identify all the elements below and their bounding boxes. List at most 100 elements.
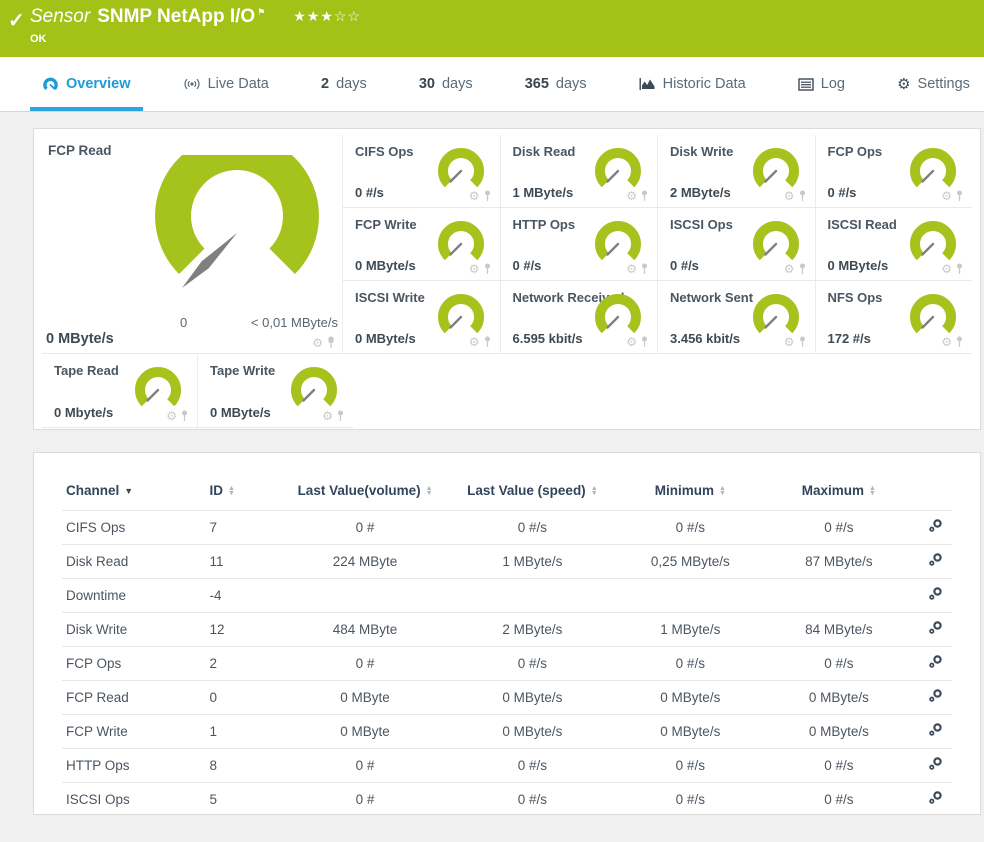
channel-settings-icon[interactable] <box>928 790 944 806</box>
gauge-cell-iscsi-write[interactable]: ISCSI Write 0 MByte/s ⚙ <box>342 281 500 354</box>
gear-icon[interactable]: ⚙ <box>941 190 952 202</box>
channel-settings-icon[interactable] <box>928 756 944 772</box>
tab-historic-data[interactable]: Historic Data <box>627 57 758 111</box>
flag-icon[interactable]: ⚑ <box>257 7 265 18</box>
channel-settings-icon[interactable] <box>928 552 944 568</box>
channel-settings-icon[interactable] <box>928 518 944 534</box>
gauge-dial <box>135 367 181 407</box>
col-header-last-value-speed[interactable]: Last Value (speed) <box>467 483 586 498</box>
channel-settings-icon[interactable] <box>928 688 944 704</box>
table-row[interactable]: HTTP Ops 8 0 #0 #/s 0 #/s 0 #/s <box>62 748 952 783</box>
tab-live-data[interactable]: Live Data <box>171 57 281 111</box>
primary-gauge-cell[interactable]: FCP Read 0 < 0,01 MByte/s 0 MByte/s ⚙ <box>42 135 342 354</box>
gauge-icon <box>43 77 58 90</box>
tab-overview[interactable]: Overview <box>30 57 143 111</box>
tab-log[interactable]: Log <box>786 57 857 111</box>
sort-icon[interactable]: ▲ ▼ <box>719 485 726 497</box>
cell-channel[interactable]: Disk Read <box>62 544 206 579</box>
cell-channel[interactable]: FCP Ops <box>62 646 206 681</box>
gauge-cell-network-received[interactable]: Network Received 6.595 kbit/s ⚙ <box>499 281 657 354</box>
gauge-cell-disk-read[interactable]: Disk Read 1 MByte/s ⚙ <box>499 135 657 208</box>
cell-channel[interactable]: FCP Write <box>62 714 206 749</box>
pin-icon[interactable] <box>640 336 649 348</box>
tab-365-days[interactable]: 365 days <box>513 57 599 111</box>
gear-icon[interactable]: ⚙ <box>784 263 795 275</box>
cell-channel[interactable]: FCP Read <box>62 680 206 715</box>
gauge-cell-network-sent[interactable]: Network Sent 3.456 kbit/s ⚙ <box>657 281 815 354</box>
gear-icon[interactable]: ⚙ <box>322 410 333 422</box>
sort-icon[interactable]: ▲ ▼ <box>426 485 433 497</box>
gauge-cell-fcp-write[interactable]: FCP Write 0 MByte/s ⚙ <box>342 208 500 281</box>
cell-channel[interactable]: Disk Write <box>62 612 206 647</box>
table-row[interactable]: FCP Read 0 0 MByte 0 MByte/s 0 MByte/s 0 MByt… <box>62 680 952 715</box>
pin-icon[interactable] <box>326 336 336 349</box>
pin-icon[interactable] <box>955 336 964 348</box>
cell-channel[interactable]: HTTP Ops <box>62 748 206 783</box>
gear-icon[interactable]: ⚙ <box>166 410 177 422</box>
channel-settings-icon[interactable] <box>928 586 944 602</box>
gauge-cell-fcp-ops[interactable]: FCP Ops 0 #/s ⚙ <box>814 135 972 208</box>
pin-icon[interactable] <box>640 263 649 275</box>
tab-settings[interactable]: ⚙ Settings <box>885 57 982 111</box>
channel-settings-icon[interactable] <box>928 620 944 636</box>
tab-label: Historic Data <box>662 76 746 92</box>
gear-icon[interactable]: ⚙ <box>626 263 637 275</box>
pin-icon[interactable] <box>798 190 807 202</box>
gauge-cell-nfs-ops[interactable]: NFS Ops 172 #/s ⚙ <box>814 281 972 354</box>
pin-icon[interactable] <box>336 410 345 422</box>
table-row[interactable]: Disk Read 11 224 MByte 1 MByte/s 0,25 MByte/… <box>62 544 952 579</box>
col-header-last-value-volume[interactable]: Last Value(volume) <box>298 483 421 498</box>
pin-icon[interactable] <box>955 190 964 202</box>
gear-icon[interactable]: ⚙ <box>626 336 637 348</box>
sort-icon[interactable]: ▲ ▼ <box>228 485 235 497</box>
gear-icon[interactable]: ⚙ <box>469 190 480 202</box>
gear-icon[interactable]: ⚙ <box>469 336 480 348</box>
cell-channel[interactable]: Downtime <box>62 578 206 613</box>
channel-settings-icon[interactable] <box>928 722 944 738</box>
priority-stars[interactable]: ★★★☆☆ <box>293 8 361 25</box>
table-row[interactable]: ISCSI Ops 5 0 #0 #/s 0 #/s 0 #/s <box>62 782 952 814</box>
gauge-cell-tape-write[interactable]: Tape Write 0 MByte/s ⚙ <box>197 354 353 428</box>
pin-icon[interactable] <box>483 263 492 275</box>
gauge-cell-cifs-ops[interactable]: CIFS Ops 0 #/s ⚙ <box>342 135 500 208</box>
sort-icon[interactable]: ▲ ▼ <box>869 485 876 497</box>
gauge-title: CIFS Ops <box>355 144 414 159</box>
gauge-cell-http-ops[interactable]: HTTP Ops 0 #/s ⚙ <box>499 208 657 281</box>
gear-icon[interactable]: ⚙ <box>941 336 952 348</box>
gear-icon[interactable]: ⚙ <box>626 190 637 202</box>
pin-icon[interactable] <box>798 336 807 348</box>
gear-icon[interactable]: ⚙ <box>784 190 795 202</box>
gauge-title: FCP Read <box>48 143 112 158</box>
sort-icon[interactable]: ▲ ▼ <box>591 485 598 497</box>
pin-icon[interactable] <box>955 263 964 275</box>
pin-icon[interactable] <box>483 336 492 348</box>
col-header-minimum[interactable]: Minimum <box>655 483 714 498</box>
gauge-cell-iscsi-ops[interactable]: ISCSI Ops 0 #/s ⚙ <box>657 208 815 281</box>
gauge-cell-disk-write[interactable]: Disk Write 2 MByte/s ⚙ <box>657 135 815 208</box>
gear-icon[interactable]: ⚙ <box>941 263 952 275</box>
gauge-cell-iscsi-read[interactable]: ISCSI Read 0 MByte/s ⚙ <box>814 208 972 281</box>
sort-desc-icon[interactable]: ▼ <box>124 486 133 496</box>
col-header-maximum[interactable]: Maximum <box>802 483 864 498</box>
table-row[interactable]: Disk Write 12 484 MByte 2 MByte/s 1 MByte/s 8… <box>62 612 952 647</box>
gear-icon[interactable]: ⚙ <box>312 337 323 349</box>
pin-icon[interactable] <box>640 190 649 202</box>
cell-channel[interactable]: ISCSI Ops <box>62 782 206 814</box>
pin-icon[interactable] <box>483 190 492 202</box>
pin-icon[interactable] <box>180 410 189 422</box>
gear-icon[interactable]: ⚙ <box>784 336 795 348</box>
cell-id: 11 <box>205 544 282 579</box>
channel-settings-icon[interactable] <box>928 654 944 670</box>
tab-30-days[interactable]: 30 days <box>407 57 485 111</box>
pin-icon[interactable] <box>798 263 807 275</box>
table-row[interactable]: FCP Write 1 0 MByte 0 MByte/s 0 MByte/s 0 MBy… <box>62 714 952 749</box>
col-header-id[interactable]: ID <box>210 483 224 498</box>
tab-2-days[interactable]: 2 days <box>309 57 379 111</box>
table-row[interactable]: CIFS Ops 7 0 #0 #/s 0 #/s 0 #/s <box>62 510 952 545</box>
gauge-cell-tape-read[interactable]: Tape Read 0 Mbyte/s ⚙ <box>42 354 197 428</box>
col-header-channel[interactable]: Channel <box>66 483 119 498</box>
gear-icon[interactable]: ⚙ <box>469 263 480 275</box>
cell-channel[interactable]: CIFS Ops <box>62 510 206 545</box>
table-row[interactable]: Downtime -4 <box>62 578 952 613</box>
table-row[interactable]: FCP Ops 2 0 #0 #/s 0 #/s 0 #/s <box>62 646 952 681</box>
